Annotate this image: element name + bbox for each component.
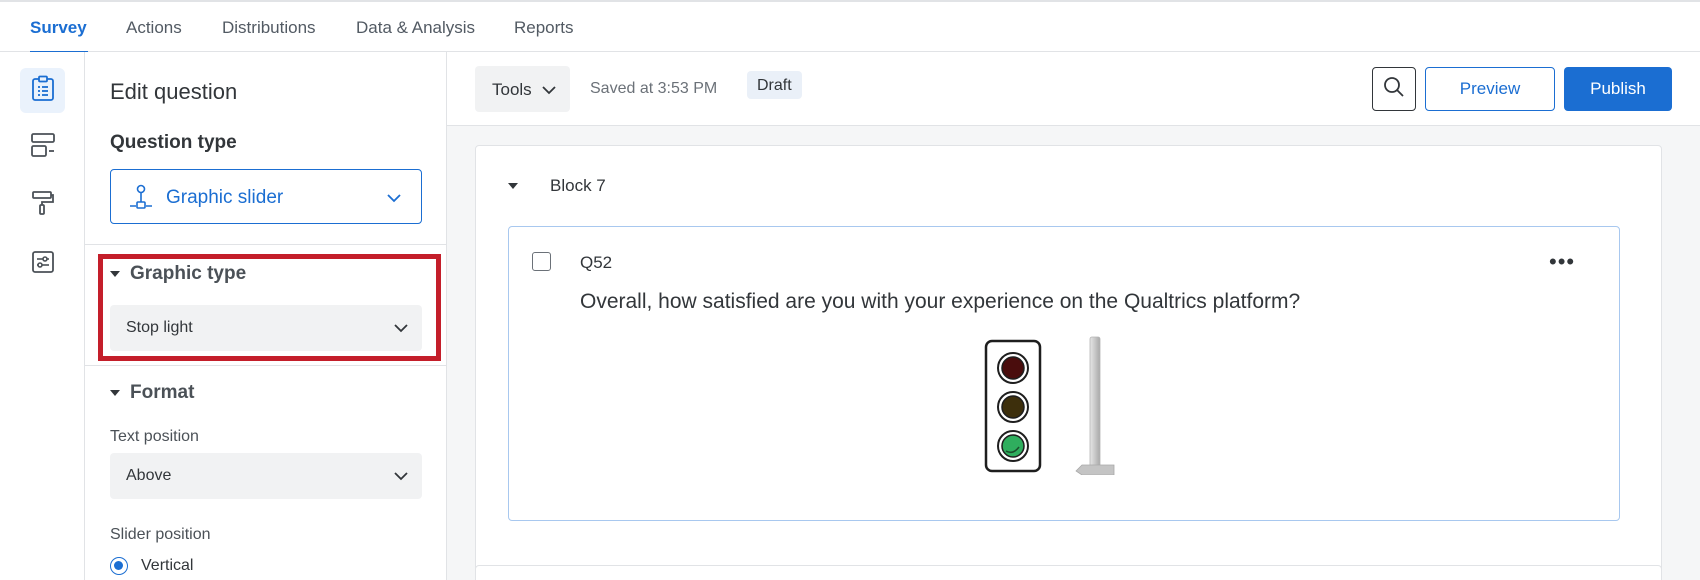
tools-button[interactable]: Tools — [475, 66, 570, 112]
graphic-type-toggle[interactable]: Graphic type — [110, 263, 246, 285]
clipboard-icon — [31, 75, 55, 106]
stop-light-graphic — [984, 339, 1042, 478]
question-type-label: Question type — [110, 132, 237, 153]
survey-canvas: Tools Saved at 3:53 PM Draft Preview Pub… — [447, 52, 1700, 580]
chevron-down-icon — [394, 468, 408, 486]
saved-status: Saved at 3:53 PM — [590, 80, 718, 97]
radio-label: Vertical — [141, 557, 194, 574]
format-toggle[interactable]: Format — [110, 382, 194, 404]
tab-distributions[interactable]: Distributions — [222, 18, 316, 54]
format-label: Format — [130, 382, 195, 403]
tab-data-analysis[interactable]: Data & Analysis — [356, 18, 475, 54]
question-type-select[interactable]: Graphic slider — [110, 169, 422, 224]
caret-down-icon — [110, 390, 120, 396]
block-title: Block 7 — [550, 176, 606, 195]
layout-icon — [30, 132, 56, 163]
text-position-select[interactable]: Above — [110, 453, 422, 499]
slider-position-label: Slider position — [110, 526, 211, 543]
graphic-type-label: Graphic type — [130, 263, 247, 284]
question-id: Q52 — [580, 253, 613, 272]
slider-track[interactable] — [1074, 335, 1116, 480]
search-button[interactable] — [1372, 67, 1416, 111]
draft-badge: Draft — [747, 71, 802, 99]
survey-options-button[interactable] — [20, 242, 65, 287]
survey-block: Block 7 Q52 ••• Overall, how satisfied a… — [475, 145, 1662, 580]
more-options-icon[interactable]: ••• — [1549, 249, 1575, 275]
publish-button[interactable]: Publish — [1564, 67, 1672, 111]
survey-block — [475, 565, 1662, 580]
caret-down-icon[interactable] — [508, 183, 518, 189]
slider-position-vertical[interactable]: Vertical — [110, 557, 193, 575]
block-header[interactable]: Block 7 — [508, 176, 606, 196]
survey-builder-button[interactable] — [20, 68, 65, 113]
divider — [85, 244, 447, 245]
preview-button[interactable]: Preview — [1425, 67, 1555, 111]
paint-roller-icon — [31, 190, 55, 221]
question-type-value: Graphic slider — [166, 187, 284, 208]
toolbar: Tools Saved at 3:53 PM Draft Preview Pub… — [447, 52, 1700, 126]
tab-survey[interactable]: Survey — [30, 18, 88, 54]
survey-flow-button[interactable] — [20, 125, 65, 170]
chevron-down-icon — [387, 190, 401, 208]
top-nav: Survey Actions Distributions Data & Anal… — [0, 0, 1700, 54]
graphic-type-value: Stop light — [126, 319, 193, 336]
question-card[interactable]: Q52 ••• Overall, how satisfied are you w… — [508, 226, 1620, 521]
radio-button[interactable] — [110, 557, 128, 575]
divider — [85, 365, 447, 366]
caret-down-icon — [110, 271, 120, 277]
icon-rail — [0, 52, 85, 580]
text-position-value: Above — [126, 467, 172, 484]
look-and-feel-button[interactable] — [20, 183, 65, 228]
question-text: Overall, how satisfied are you with your… — [580, 290, 1301, 313]
graphic-type-select[interactable]: Stop light — [110, 305, 422, 351]
tab-actions[interactable]: Actions — [126, 18, 182, 54]
edit-question-panel: Edit question Question type Graphic slid… — [85, 52, 447, 580]
search-icon — [1383, 76, 1405, 103]
chevron-down-icon — [394, 320, 408, 338]
tab-reports[interactable]: Reports — [514, 18, 574, 54]
chevron-down-icon — [542, 82, 556, 100]
question-select-checkbox[interactable] — [532, 252, 551, 271]
graphic-slider-icon — [128, 184, 154, 215]
panel-title: Edit question — [110, 79, 238, 104]
settings-sliders-icon — [31, 250, 55, 279]
tools-label: Tools — [492, 80, 532, 99]
text-position-label: Text position — [110, 428, 199, 445]
